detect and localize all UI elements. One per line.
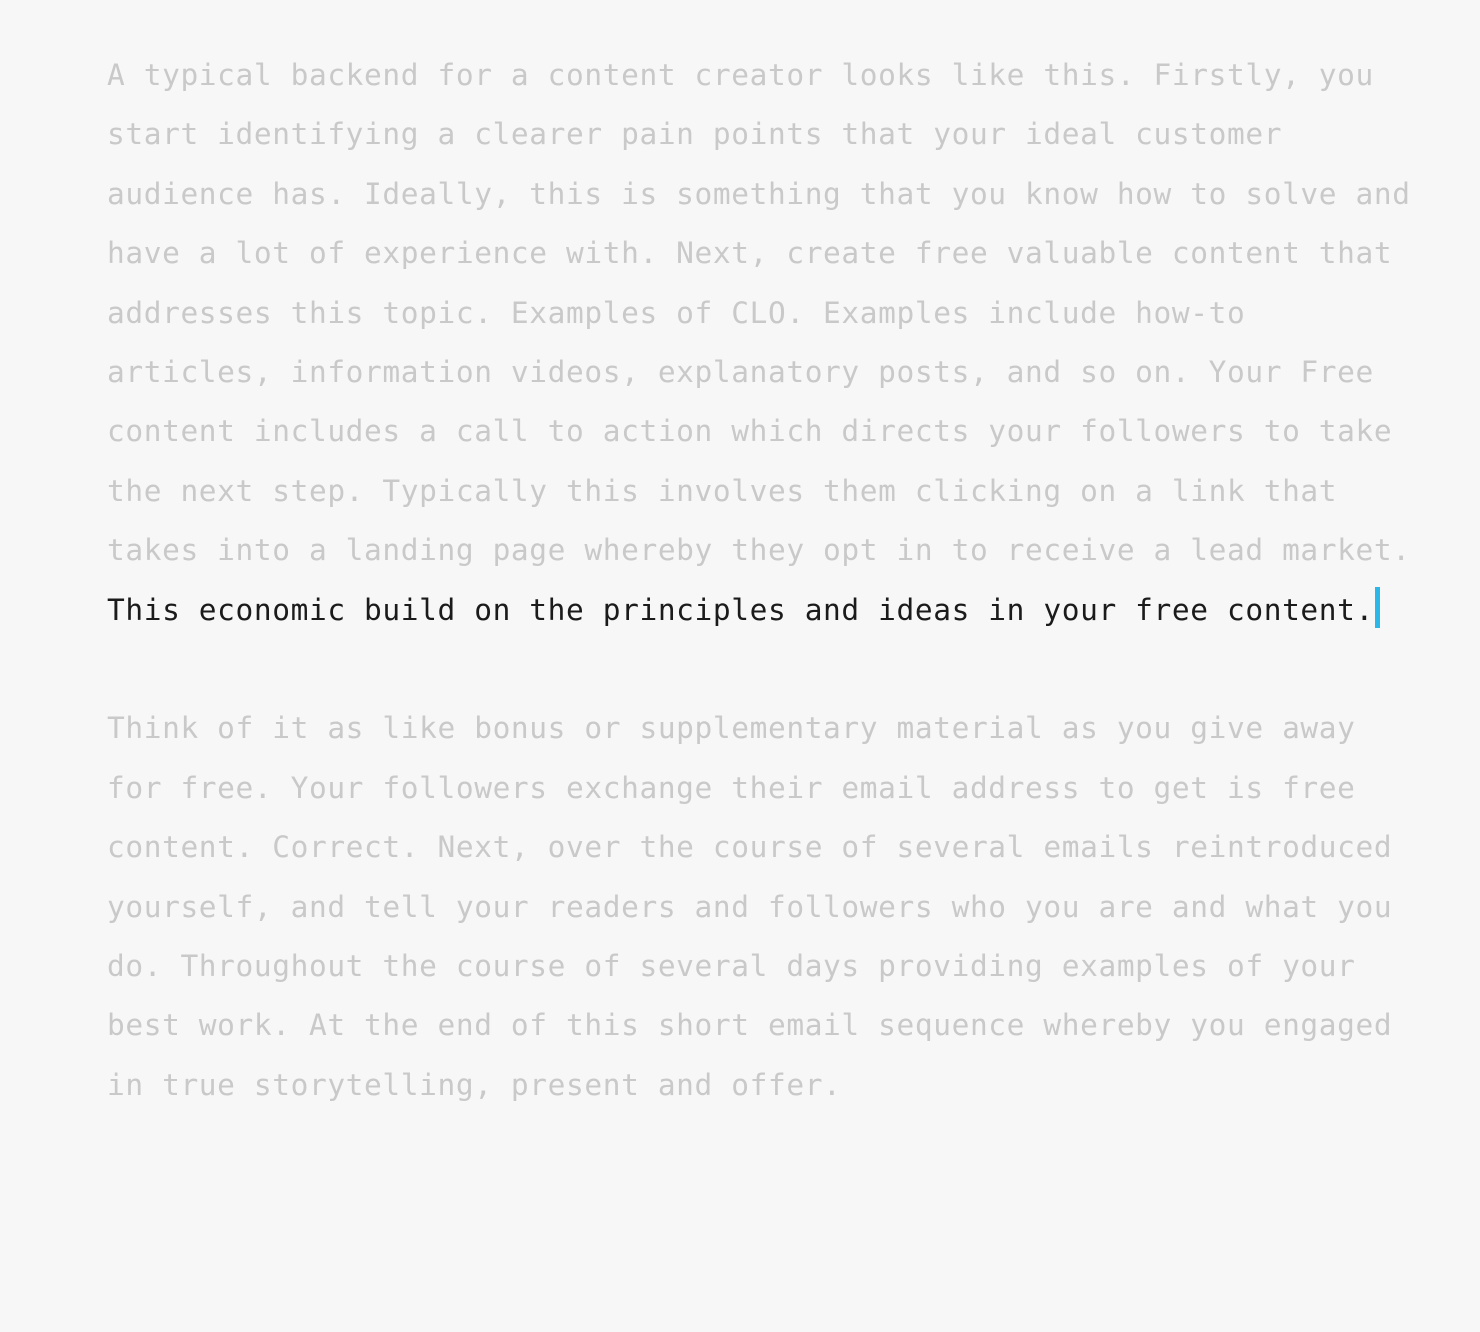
transcript-muted-text-1: A typical backend for a content creator …: [107, 58, 1429, 568]
text-caret: [1374, 586, 1380, 628]
transcript-committed-text-1: This economic build on the principles an…: [107, 592, 1374, 627]
transcript-muted-text-2: Think of it as like bonus or supplementa…: [107, 711, 1411, 1102]
transcript-paragraph-2[interactable]: Think of it as like bonus or supplementa…: [107, 699, 1427, 1115]
transcript-editor[interactable]: A typical backend for a content creator …: [107, 46, 1427, 1115]
transcript-paragraph-1[interactable]: A typical backend for a content creator …: [107, 46, 1427, 640]
